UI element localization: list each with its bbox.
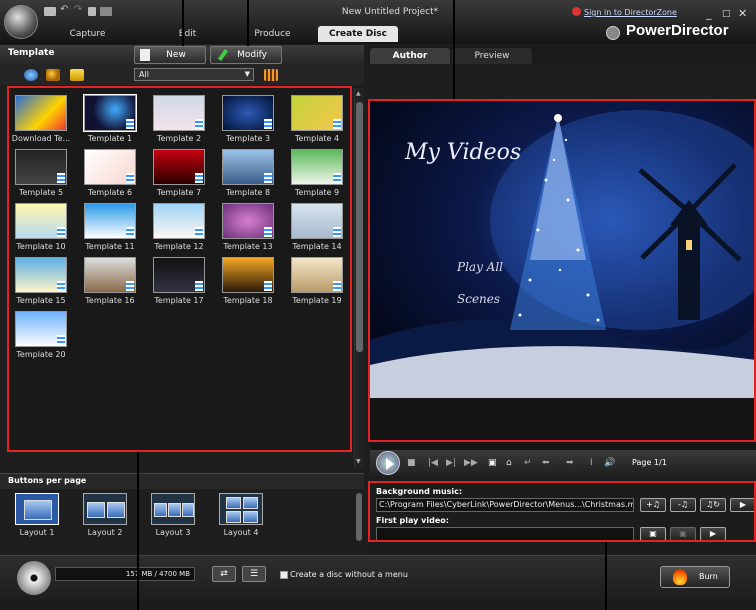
layout-item[interactable]: Layout 4 [214, 493, 268, 543]
layout-label: Layout 4 [223, 528, 259, 537]
bottom-bar [0, 555, 756, 610]
template-filter-select[interactable]: All ▼ [134, 68, 254, 81]
layout-button-block [182, 503, 194, 517]
signin-link[interactable]: Sign in to DirectorZone [584, 8, 677, 17]
layout-button-block [154, 503, 167, 517]
maximize-button[interactable]: □ [722, 9, 731, 19]
modify-button-label: Modify [237, 50, 267, 60]
layout-thumbnail [15, 493, 59, 525]
layout-button-block [107, 502, 125, 518]
stop-icon[interactable]: ■ [407, 458, 416, 468]
minimize-button[interactable]: _ [706, 7, 712, 20]
no-menu-label: Create a disc without a menu [290, 570, 408, 579]
fast-forward-icon[interactable]: ▶▶ [464, 458, 478, 468]
layout-button-block [87, 502, 105, 518]
layout-item[interactable]: Layout 3 [146, 493, 200, 543]
tab-preview[interactable]: Preview [452, 48, 532, 64]
layout-label: Layout 2 [87, 528, 123, 537]
preview-highlight-box [368, 99, 756, 442]
layout-button-block [243, 511, 258, 523]
layout-thumbnail [219, 493, 263, 525]
new-button-label: New [166, 50, 186, 60]
tab-create-disc[interactable]: Create Disc [318, 26, 398, 42]
cursor-icon[interactable]: I [590, 458, 593, 468]
layout-thumbnail [151, 493, 195, 525]
layout-button-block [226, 497, 241, 509]
callout-line-templates [137, 452, 139, 610]
disc-settings-icon[interactable]: ☰ [242, 566, 266, 582]
powerdirector-logo-icon [606, 26, 620, 40]
modify-button[interactable]: Modify [210, 46, 282, 64]
right-arrow-icon[interactable]: ➡ [566, 458, 574, 468]
layout-button-block [24, 500, 52, 520]
layout-item[interactable]: Layout 2 [78, 493, 132, 543]
home-icon[interactable]: ⌂ [506, 458, 512, 468]
open-project-icon[interactable] [100, 7, 112, 16]
volume-icon[interactable]: 🔊 [604, 458, 615, 468]
callout-line-modify [247, 0, 249, 46]
filmstrip-icon[interactable] [264, 69, 278, 81]
pencil-icon [217, 48, 229, 62]
callout-line-preview [453, 0, 455, 99]
layout-scrollbar[interactable] [356, 493, 362, 541]
tab-author[interactable]: Author [370, 48, 450, 64]
filter-value: All [139, 70, 149, 79]
music-highlight-box [368, 481, 756, 542]
burn-label: Burn [699, 572, 718, 581]
layout-thumbnail [83, 493, 127, 525]
new-button[interactable]: New [134, 46, 206, 64]
disc-icon[interactable] [17, 561, 51, 595]
scroll-thumb[interactable] [356, 102, 363, 352]
layout-label: Layout 3 [155, 528, 191, 537]
callout-line-music [605, 542, 607, 610]
prev-icon[interactable]: |◀ [428, 458, 438, 468]
callout-line-new [182, 0, 184, 46]
folder-icon[interactable] [70, 69, 84, 81]
template-scrollbar[interactable]: ▲ ▼ [354, 88, 364, 468]
scroll-up-icon[interactable]: ▲ [356, 90, 364, 98]
redo-icon[interactable]: ↷ [74, 4, 86, 15]
brand-name: PowerDirector [626, 22, 729, 39]
next-icon[interactable]: ▶| [446, 458, 456, 468]
scroll-down-icon[interactable]: ▼ [356, 458, 364, 466]
return-icon[interactable]: ↵ [524, 458, 532, 468]
layout-button-block [243, 497, 258, 509]
tab-capture[interactable]: Capture [55, 26, 120, 42]
layout-button-block [226, 511, 241, 523]
new-page-icon [140, 49, 150, 61]
users-icon[interactable] [46, 69, 60, 81]
chevron-down-icon: ▼ [244, 70, 250, 78]
layout-label: Layout 1 [19, 528, 55, 537]
tab-edit[interactable]: Edit [160, 26, 215, 42]
layout-item[interactable]: Layout 1 [10, 493, 64, 543]
no-menu-checkbox[interactable] [280, 571, 288, 579]
save-icon[interactable] [44, 7, 56, 16]
tab-produce[interactable]: Produce [240, 26, 305, 42]
play-button[interactable] [376, 451, 400, 475]
left-arrow-icon[interactable]: ⬅ [542, 458, 550, 468]
app-logo-icon[interactable] [4, 5, 38, 39]
template-highlight-box [7, 86, 352, 452]
new-project-icon[interactable] [88, 7, 96, 16]
page-indicator: Page 1/1 [632, 458, 667, 467]
buttons-per-page-title: Buttons per page [8, 476, 87, 485]
directorzone-icon [572, 7, 581, 16]
globe-icon[interactable] [24, 69, 38, 81]
capacity-meter: 157 MB / 4700 MB [55, 567, 195, 581]
close-button[interactable]: ✕ [738, 7, 747, 20]
subtitle-icon[interactable]: ▣ [488, 458, 497, 468]
template-title: Template [8, 48, 55, 58]
powerdirector-window: ↶ ↷ New Untitled Project* Sign in to Dir… [0, 0, 756, 610]
burn-button[interactable]: Burn [660, 566, 730, 588]
swap-icon[interactable]: ⇄ [212, 566, 236, 582]
undo-icon[interactable]: ↶ [60, 4, 72, 15]
layout-button-block [168, 503, 181, 517]
flame-icon [673, 569, 687, 585]
